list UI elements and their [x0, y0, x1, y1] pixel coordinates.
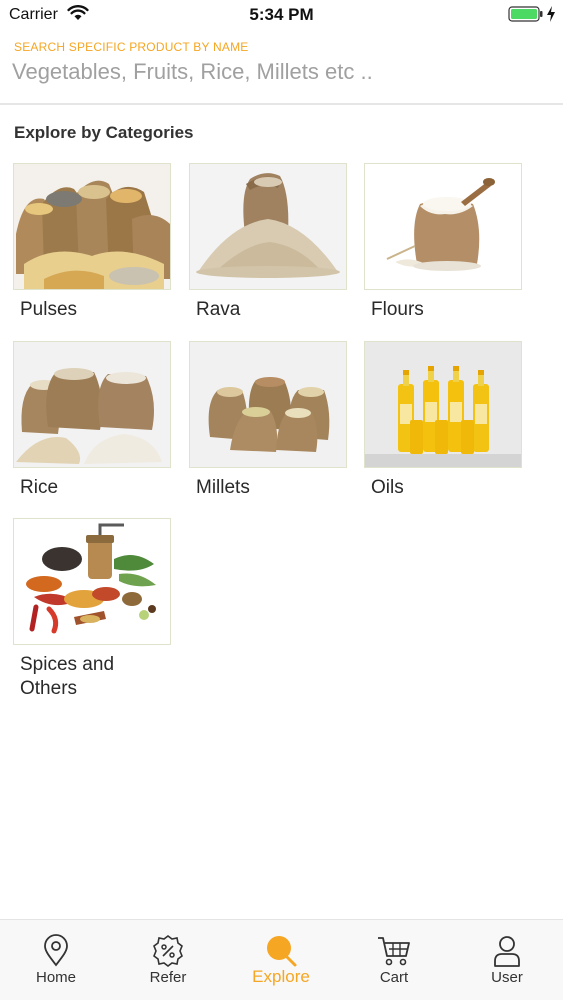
category-tile-oils[interactable]: Oils [364, 341, 522, 500]
tab-bar: Home Refer Explore Cart User [0, 919, 563, 1000]
section-title: Explore by Categories [14, 123, 194, 142]
tab-label: Explore [252, 967, 310, 986]
battery-icon [508, 6, 543, 22]
category-label: Millets [196, 477, 250, 498]
category-label: Oils [371, 477, 404, 498]
search-header: SEARCH SPECIFIC PRODUCT BY NAME [0, 30, 563, 105]
status-bar: Carrier 5:34 PM [0, 0, 563, 30]
category-tile-rava[interactable]: Rava [189, 163, 347, 322]
oil-bottles-image[interactable] [364, 341, 522, 468]
cart-icon [378, 937, 410, 966]
tab-explore[interactable]: Explore [225, 920, 337, 1000]
pulses-sacks-image[interactable] [13, 163, 171, 290]
tab-home[interactable]: Home [0, 920, 112, 1000]
user-icon [494, 936, 520, 967]
category-label: Pulses [20, 299, 78, 320]
category-tile-millets[interactable]: Millets [189, 341, 347, 500]
search-icon [267, 936, 297, 967]
tab-refer[interactable]: Refer [112, 920, 224, 1000]
charging-bolt-icon [547, 6, 555, 22]
category-label: Rava [196, 299, 241, 320]
category-tile-rice[interactable]: Rice [13, 341, 171, 500]
tab-user[interactable]: User [451, 920, 563, 1000]
discount-badge-icon [153, 935, 183, 967]
category-label: Flours [371, 299, 424, 320]
spices-image[interactable] [13, 518, 171, 645]
location-pin-icon [44, 934, 68, 967]
status-time: 5:34 PM [249, 5, 314, 24]
search-input[interactable] [12, 57, 542, 87]
tab-label: Home [35, 969, 76, 986]
category-tile-pulses[interactable]: Pulses [13, 163, 171, 322]
tab-label: Refer [149, 969, 187, 986]
rava-sack-image[interactable] [189, 163, 347, 290]
rice-sacks-image[interactable] [13, 341, 171, 468]
category-label: Rice [20, 477, 59, 498]
flour-sack-image[interactable] [364, 163, 522, 290]
tab-label: Cart [379, 969, 409, 986]
category-label: Spices and Others [20, 654, 115, 699]
millets-sacks-image[interactable] [189, 341, 347, 468]
category-tile-flours[interactable]: Flours [364, 163, 522, 322]
tab-cart[interactable]: Cart [338, 920, 450, 1000]
tab-label: User [491, 969, 523, 986]
search-caption: SEARCH SPECIFIC PRODUCT BY NAME [14, 40, 249, 54]
category-tile-spices[interactable]: Spices and Others [13, 518, 171, 701]
